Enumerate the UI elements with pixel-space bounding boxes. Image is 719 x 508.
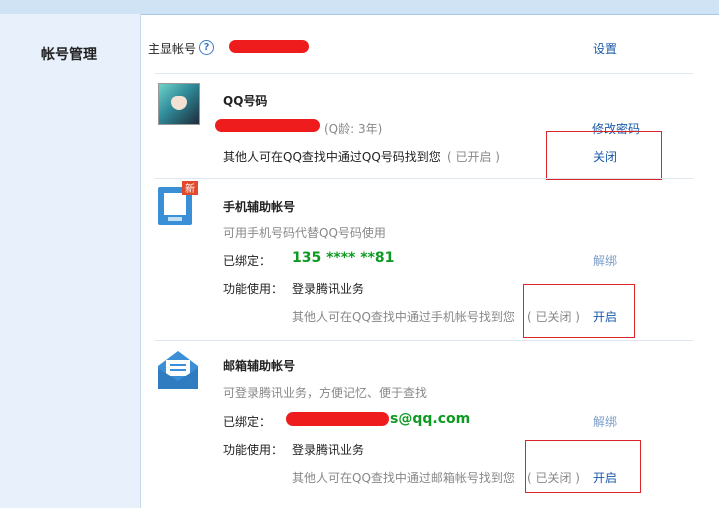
account-management-panel: 主显帐号 ? 设置 QQ号码 (Q龄: 3年) 修改密码 其他人可在QQ查找中通…: [141, 15, 719, 508]
highlight-box: [523, 284, 635, 338]
phone-desc: 可用手机号码代替QQ号码使用: [223, 226, 386, 240]
email-func-label: 功能使用：: [223, 443, 284, 457]
sidebar-title: 帐号管理: [41, 47, 97, 63]
divider: [155, 178, 693, 179]
help-icon[interactable]: ?: [199, 40, 214, 55]
settings-link[interactable]: 设置: [593, 40, 617, 57]
phone-title: 手机辅助帐号: [223, 200, 296, 214]
phone-bound-label: 已绑定：: [223, 254, 272, 268]
highlight-box: [525, 440, 641, 493]
email-title: 邮箱辅助帐号: [223, 359, 296, 373]
email-desc: 可登录腾讯业务，方便记忆、便于查找: [223, 386, 428, 400]
divider: [155, 340, 693, 341]
sidebar: 帐号管理: [0, 14, 141, 508]
mail-icon: [158, 351, 198, 389]
divider: [155, 73, 693, 74]
phone-icon: 新: [158, 181, 198, 225]
new-badge: 新: [185, 182, 195, 195]
phone-func-value: 登录腾讯业务: [292, 282, 365, 296]
avatar: [158, 83, 200, 125]
redacted-qq-number: [215, 119, 320, 132]
phone-bound-value: 135 **** **81: [292, 250, 395, 266]
email-unbind-link[interactable]: 解绑: [593, 413, 617, 430]
email-func-value: 登录腾讯业务: [292, 443, 365, 457]
phone-unbind-link[interactable]: 解绑: [593, 252, 617, 269]
email-findable-text: 其他人可在QQ查找中通过邮箱帐号找到您: [292, 471, 515, 485]
qq-findable-text: 其他人可在QQ查找中通过QQ号码找到您: [223, 150, 441, 164]
email-bound-value: s@qq.com: [390, 411, 471, 427]
top-bar: [0, 0, 719, 15]
highlight-box: [546, 131, 662, 180]
redacted-email: [286, 412, 389, 426]
qq-age: (Q龄: 3年): [324, 122, 383, 136]
main-account-label: 主显帐号: [148, 42, 197, 56]
email-bound-label: 已绑定：: [223, 415, 272, 429]
phone-func-label: 功能使用：: [223, 282, 284, 296]
qq-status: ( 已开启 ): [447, 150, 500, 164]
phone-findable-text: 其他人可在QQ查找中通过手机帐号找到您: [292, 310, 515, 324]
redacted-main-account: [229, 40, 309, 53]
qq-title: QQ号码: [223, 94, 268, 108]
